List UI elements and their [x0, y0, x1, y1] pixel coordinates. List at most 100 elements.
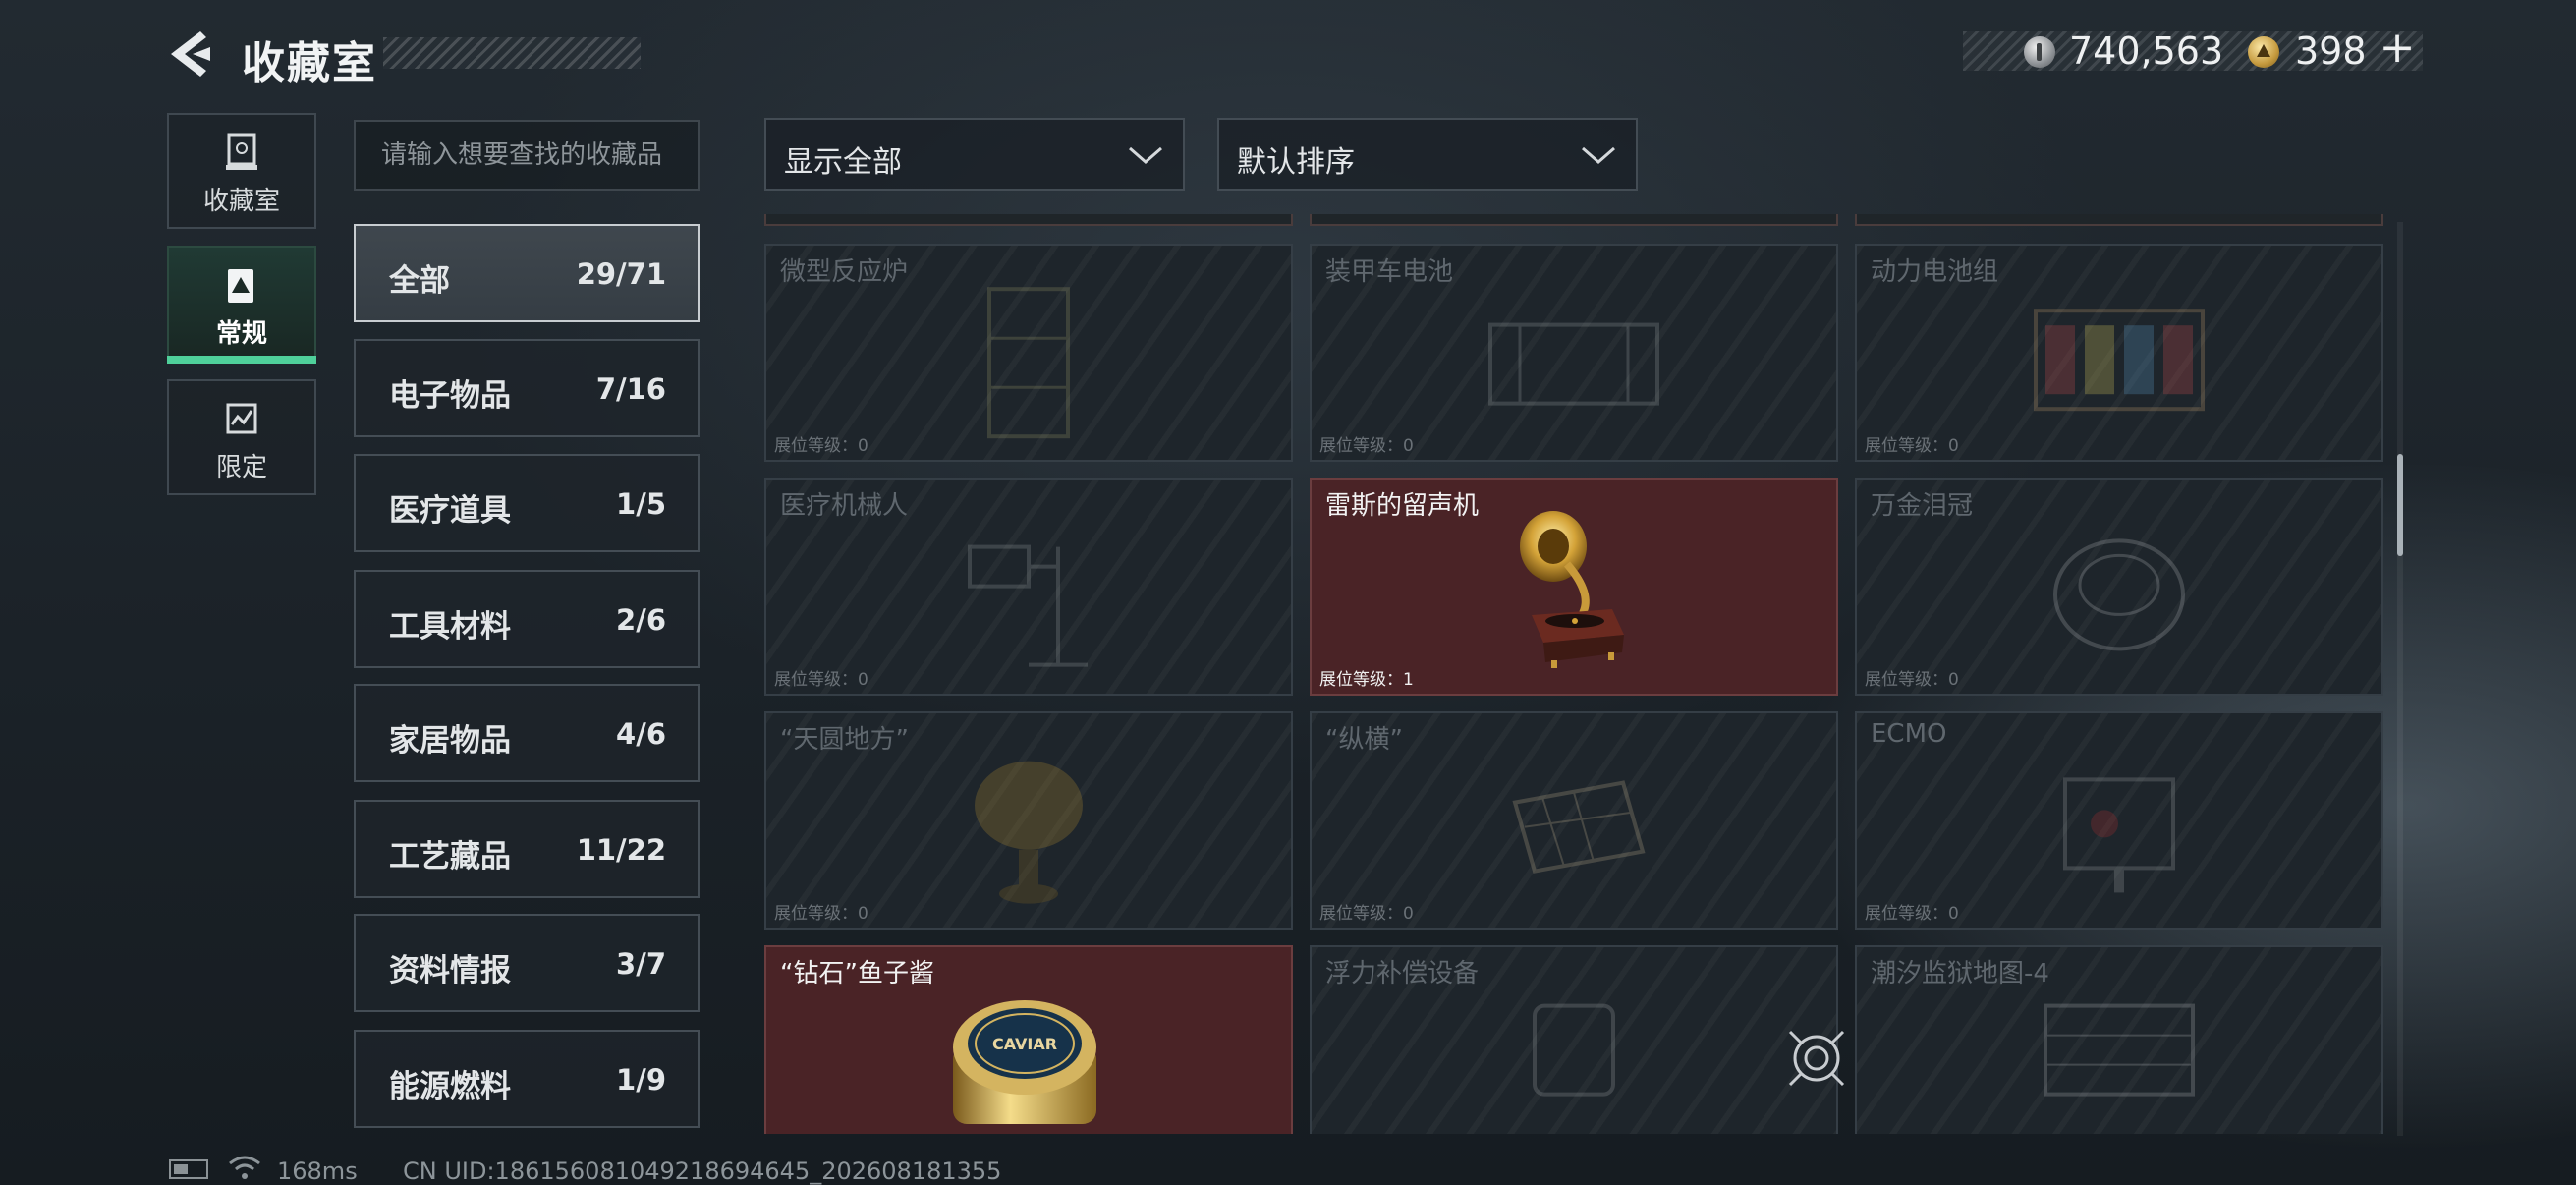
gramophone-icon [1520, 511, 1624, 668]
gold-amount: 398 [2295, 29, 2367, 73]
micro-reactor-icon [987, 287, 1070, 439]
svg-text:CAVIAR: CAVIAR [992, 1035, 1057, 1053]
item-level: 展位等级：0 [774, 670, 868, 690]
category-count: 3/7 [616, 947, 666, 981]
item-card[interactable]: “天圆地方” 展位等级：0 [764, 711, 1293, 930]
item-card-partial [1855, 214, 2383, 226]
category-fuel[interactable]: 能源燃料 1/9 [354, 1030, 700, 1128]
scrollbar-thumb[interactable] [2397, 454, 2403, 556]
item-name: 雷斯的留声机 [1325, 491, 1480, 521]
item-card[interactable]: 医疗机械人 展位等级：0 [764, 478, 1293, 696]
silver-coin-icon [2024, 36, 2055, 68]
chevron-down-icon [1582, 146, 1615, 164]
item-card[interactable]: 潮汐监狱地图-4 [1855, 945, 2383, 1134]
category-medical[interactable]: 医疗道具 1/5 [354, 454, 700, 552]
category-all[interactable]: 全部 29/71 [354, 224, 700, 322]
nav-collection-room[interactable]: 收藏室 [167, 113, 316, 229]
item-card-partial [1310, 214, 1838, 226]
category-count: 11/22 [576, 833, 666, 867]
crosshair-icon[interactable] [1786, 1028, 1847, 1089]
document-icon [228, 269, 253, 303]
nav-limited-label: 限定 [215, 453, 267, 482]
item-level: 展位等级：0 [774, 436, 868, 456]
item-card[interactable]: 微型反应炉 展位等级：0 [764, 244, 1293, 462]
item-card[interactable]: 万金泪冠 展位等级：0 [1855, 478, 2383, 696]
category-electronics[interactable]: 电子物品 7/16 [354, 339, 700, 437]
item-name: 万金泪冠 [1871, 491, 1974, 521]
category-count: 1/5 [616, 487, 666, 521]
gold-coin-icon [2248, 36, 2279, 68]
item-card[interactable]: CAVIAR “钻石”鱼子酱 [764, 945, 1293, 1134]
category-count: 4/6 [616, 717, 666, 751]
crown-icon [2053, 538, 2185, 651]
category-name: 能源燃料 [389, 1069, 511, 1104]
item-name: 潮汐监狱地图-4 [1871, 959, 2049, 988]
display-filter-dropdown[interactable]: 显示全部 [764, 118, 1185, 191]
display-filter-value: 显示全部 [784, 145, 902, 180]
item-level: 展位等级：0 [1319, 904, 1414, 924]
category-count: 29/71 [576, 257, 666, 291]
ecmo-machine-icon [2063, 777, 2175, 893]
ping-latency: 168ms [277, 1157, 358, 1185]
back-arrow-icon[interactable] [167, 29, 214, 79]
item-card[interactable]: 雷斯的留声机 展位等级：1 [1310, 478, 1838, 696]
category-name: 医疗道具 [389, 493, 511, 529]
bcd-vest-icon [1533, 1003, 1615, 1097]
wifi-icon [229, 1156, 260, 1179]
category-count: 1/9 [616, 1063, 666, 1097]
battery-status-icon [169, 1159, 208, 1179]
chessboard-icon [1512, 780, 1646, 874]
category-name: 工艺藏品 [389, 839, 511, 875]
item-level: 展位等级：0 [1865, 436, 1959, 456]
item-card[interactable]: “纵横” 展位等级：0 [1310, 711, 1838, 930]
prison-map-icon [2044, 1003, 2195, 1097]
category-intel[interactable]: 资料情报 3/7 [354, 914, 700, 1012]
category-name: 工具材料 [389, 609, 511, 645]
sort-value: 默认排序 [1237, 145, 1355, 180]
item-card[interactable]: 装甲车电池 展位等级：0 [1310, 244, 1838, 462]
active-tab-indicator [167, 356, 316, 364]
item-level: 展位等级：0 [1865, 670, 1959, 690]
item-name: 装甲车电池 [1325, 257, 1454, 287]
item-name: 微型反应炉 [780, 257, 909, 287]
category-household[interactable]: 家居物品 4/6 [354, 684, 700, 782]
category-name: 家居物品 [389, 723, 511, 759]
scrollbar-track[interactable] [2397, 222, 2403, 1136]
category-name: 全部 [389, 263, 450, 299]
item-name: 动力电池组 [1871, 257, 1999, 287]
category-count: 7/16 [595, 372, 666, 406]
title-decoration [383, 37, 641, 69]
item-level: 展位等级：0 [1865, 904, 1959, 924]
item-card[interactable]: 浮力补偿设备 [1310, 945, 1838, 1134]
category-count: 2/6 [616, 603, 666, 637]
item-name: “钻石”鱼子酱 [780, 959, 934, 988]
category-crafts[interactable]: 工艺藏品 11/22 [354, 800, 700, 898]
category-name: 电子物品 [389, 378, 511, 414]
chevron-down-icon [1129, 146, 1162, 164]
medical-robot-icon [968, 544, 1088, 667]
silver-amount: 740,563 [2069, 29, 2224, 73]
item-name: 浮力补偿设备 [1325, 959, 1480, 988]
nav-regular-label: 常规 [215, 319, 267, 349]
item-name: ECMO [1871, 719, 1947, 749]
power-battery-pack-icon [2034, 309, 2205, 412]
nav-collection-label: 收藏室 [202, 187, 280, 216]
category-name: 资料情报 [389, 953, 511, 988]
category-tools[interactable]: 工具材料 2/6 [354, 570, 700, 668]
item-card[interactable]: ECMO 展位等级：0 [1855, 711, 2383, 930]
add-currency-button[interactable]: + [2378, 24, 2417, 73]
search-input[interactable] [354, 120, 700, 191]
item-level: 展位等级：1 [1319, 670, 1414, 690]
caviar-tin-icon: CAVIAR [953, 1000, 1096, 1124]
user-uid: CN UID:186156081049218694645_20260818135… [403, 1157, 1002, 1185]
map-icon [226, 403, 257, 434]
nav-regular[interactable]: 常规 [167, 246, 316, 362]
collection-grid: 微型反应炉 展位等级：0 装甲车电池 展位等级：0 动力电池组 展位等级：0 医 [764, 214, 2383, 1134]
item-name: 医疗机械人 [780, 491, 909, 521]
item-level: 展位等级：0 [1319, 436, 1414, 456]
item-name: “纵横” [1325, 725, 1403, 755]
nav-limited[interactable]: 限定 [167, 379, 316, 495]
sort-dropdown[interactable]: 默认排序 [1217, 118, 1638, 191]
item-card[interactable]: 动力电池组 展位等级：0 [1855, 244, 2383, 462]
trophy-cabinet-icon [226, 133, 257, 170]
